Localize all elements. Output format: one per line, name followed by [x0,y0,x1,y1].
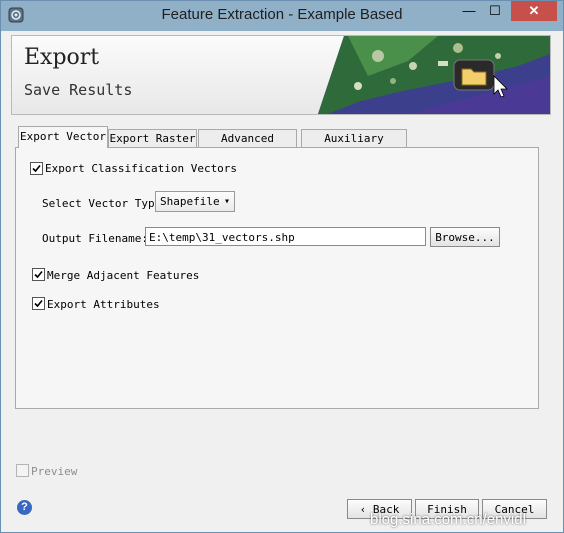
tab-auxiliary-export[interactable]: Auxiliary Export [301,129,407,163]
satellite-banner-image [318,36,550,114]
checkmark-icon [32,164,41,173]
merge-features-label: Merge Adjacent Features [47,269,200,282]
page-title: Export [24,45,100,70]
chevron-down-icon: ▾ [223,196,230,207]
vector-type-select[interactable]: Shapefile ▾ [155,191,235,212]
minimize-button[interactable]: — [456,1,482,21]
vector-type-value: Shapefile [160,195,220,208]
tab-advanced-export[interactable]: Advanced Export [198,129,297,163]
preview-label: Preview [31,465,78,478]
vector-type-label: Select Vector Type [42,197,162,210]
browse-button[interactable]: Browse... [430,227,500,247]
page-subtitle: Save Results [24,81,133,99]
title-bar[interactable]: Feature Extraction - Example Based — ☐ ✕ [1,1,563,31]
dialog-window: Feature Extraction - Example Based — ☐ ✕… [0,0,564,533]
output-filename-input[interactable]: E:\temp\31_vectors.shp [145,227,426,246]
help-icon[interactable]: ? [17,500,32,515]
output-filename-label: Output Filename: [42,232,148,245]
watermark-text: blog.sina.com.cn/envidl [370,511,526,528]
checkmark-icon [34,270,43,279]
export-attributes-checkbox[interactable] [32,297,45,310]
close-button[interactable]: ✕ [511,1,557,21]
preview-checkbox[interactable] [16,464,29,477]
export-vectors-label: Export Classification Vectors [45,162,238,175]
export-attributes-label: Export Attributes [47,298,160,311]
wizard-header: Export Save Results [11,35,551,115]
tab-export-vector[interactable]: Export Vector [18,126,108,148]
merge-features-checkbox[interactable] [32,268,45,281]
maximize-button[interactable]: ☐ [482,1,508,21]
checkmark-icon [34,299,43,308]
export-vectors-checkbox[interactable] [30,162,43,175]
tab-export-raster[interactable]: Export Raster [108,129,197,148]
